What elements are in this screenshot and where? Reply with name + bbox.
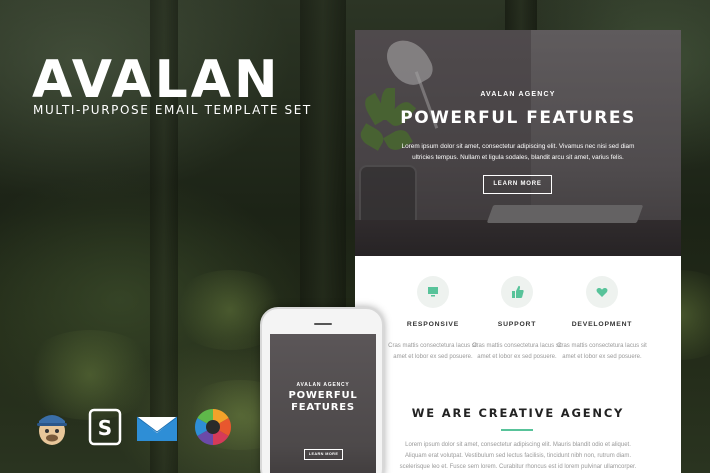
hero-section: AVALAN AGENCY POWERFUL FEATURES Lorem ip… bbox=[355, 30, 681, 256]
hero-title: POWERFUL FEATURES bbox=[400, 108, 636, 128]
feature-label: DEVELOPMENT bbox=[571, 321, 633, 328]
feature-desc: Cras mattis consectetura lacus sit amet … bbox=[388, 343, 478, 360]
feature-label: RESPONSIVE bbox=[406, 321, 460, 328]
mobile-title-line1: POWERFUL bbox=[288, 390, 358, 401]
mobile-learn-more-button[interactable]: LEARN MORE bbox=[304, 449, 343, 460]
hero-text: Lorem ipsum dolor sit amet, consectetur … bbox=[401, 143, 635, 161]
heart-icon bbox=[586, 276, 618, 308]
agency-title: WE ARE CREATIVE AGENCY bbox=[411, 406, 625, 420]
feature-support: SUPPORT Cras mattis consectetura lacus s… bbox=[472, 276, 562, 363]
monitor-icon bbox=[417, 276, 449, 308]
mobile-title-line2: FEATURES bbox=[291, 402, 355, 413]
feature-development: DEVELOPMENT Cras mattis consectetura lac… bbox=[557, 276, 647, 363]
feature-responsive: RESPONSIVE Cras mattis consectetura lacu… bbox=[388, 276, 478, 363]
campaign-monitor-icon bbox=[136, 407, 178, 447]
color-wheel-icon bbox=[193, 407, 233, 447]
features-section: RESPONSIVE Cras mattis consectetura lacu… bbox=[355, 256, 681, 406]
thumbs-up-icon bbox=[501, 276, 533, 308]
agency-text: Lorem ipsum dolor sit amet, consectetur … bbox=[399, 442, 637, 470]
phone-speaker bbox=[314, 323, 332, 325]
accent-divider bbox=[501, 429, 533, 431]
mobile-eyebrow: AVALAN AGENCY bbox=[296, 382, 350, 388]
brand-subtitle: MULTI-PURPOSE EMAIL TEMPLATE SET bbox=[33, 103, 312, 117]
learn-more-button[interactable]: LEARN MORE bbox=[483, 175, 552, 194]
desktop-email-preview: AVALAN AGENCY POWERFUL FEATURES Lorem ip… bbox=[355, 30, 681, 473]
feature-desc: Cras mattis consectetura lacus sit amet … bbox=[557, 343, 647, 360]
mobile-email-screen: AVALAN AGENCY POWERFUL FEATURES LEARN MO… bbox=[270, 334, 376, 473]
mobile-title: POWERFUL FEATURES bbox=[270, 390, 376, 414]
brand-title: AVALAN bbox=[32, 50, 281, 110]
hero-eyebrow: AVALAN AGENCY bbox=[480, 91, 556, 98]
mailchimp-icon bbox=[32, 407, 72, 447]
feature-desc: Cras mattis consectetura lacus sit amet … bbox=[472, 343, 562, 360]
mobile-phone-preview: AVALAN AGENCY POWERFUL FEATURES LEARN MO… bbox=[260, 307, 384, 473]
feature-label: SUPPORT bbox=[497, 321, 537, 328]
stamplia-icon: S bbox=[86, 407, 126, 447]
svg-text:S: S bbox=[98, 416, 112, 440]
